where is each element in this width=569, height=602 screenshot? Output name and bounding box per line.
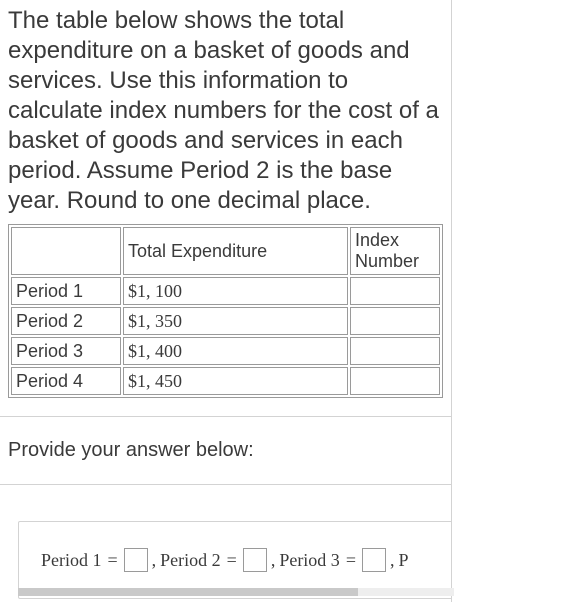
cell-expenditure: $1, 400 bbox=[123, 337, 348, 365]
cell-index bbox=[350, 277, 440, 305]
period2-input[interactable] bbox=[243, 548, 267, 572]
comma: , bbox=[152, 550, 157, 571]
cell-period: Period 4 bbox=[11, 367, 121, 395]
scrollbar-thumb[interactable] bbox=[18, 588, 358, 596]
cell-period: Period 2 bbox=[11, 307, 121, 335]
cell-expenditure: $1, 100 bbox=[123, 277, 348, 305]
cell-period: Period 1 bbox=[11, 277, 121, 305]
header-expenditure: Total Expenditure bbox=[123, 227, 348, 275]
table-row: Period 3 $1, 400 bbox=[11, 337, 440, 365]
comma: , bbox=[271, 550, 276, 571]
table-header-row: Total Expenditure Index Number bbox=[11, 227, 440, 275]
question-panel: The table below shows the total expendit… bbox=[0, 0, 452, 602]
period1-input[interactable] bbox=[124, 548, 148, 572]
table-row: Period 4 $1, 450 bbox=[11, 367, 440, 395]
period3-label: Period 3 bbox=[279, 550, 340, 571]
period1-label: Period 1 bbox=[41, 550, 102, 571]
cell-expenditure: $1, 450 bbox=[123, 367, 348, 395]
equals-sign: = bbox=[346, 550, 356, 571]
horizontal-scrollbar[interactable] bbox=[18, 588, 454, 596]
cell-index bbox=[350, 337, 440, 365]
data-table: Total Expenditure Index Number Period 1 … bbox=[8, 224, 443, 398]
period3-input[interactable] bbox=[362, 548, 386, 572]
cell-index bbox=[350, 367, 440, 395]
cell-expenditure: $1, 350 bbox=[123, 307, 348, 335]
equals-sign: = bbox=[108, 550, 118, 571]
data-table-wrap: Total Expenditure Index Number Period 1 … bbox=[0, 224, 451, 416]
header-index: Index Number bbox=[350, 227, 440, 275]
header-period bbox=[11, 227, 121, 275]
table-row: Period 1 $1, 100 bbox=[11, 277, 440, 305]
question-text: The table below shows the total expendit… bbox=[0, 0, 451, 224]
table-row: Period 2 $1, 350 bbox=[11, 307, 440, 335]
cell-period: Period 3 bbox=[11, 337, 121, 365]
answer-prompt: Provide your answer below: bbox=[0, 416, 451, 485]
period2-label: Period 2 bbox=[160, 550, 221, 571]
answer-line: Period 1 = , Period 2 = , Period 3 = , P bbox=[41, 548, 449, 572]
equals-sign: = bbox=[227, 550, 237, 571]
cell-index bbox=[350, 307, 440, 335]
period4-label-truncated: P bbox=[398, 550, 408, 571]
comma: , bbox=[390, 550, 395, 571]
